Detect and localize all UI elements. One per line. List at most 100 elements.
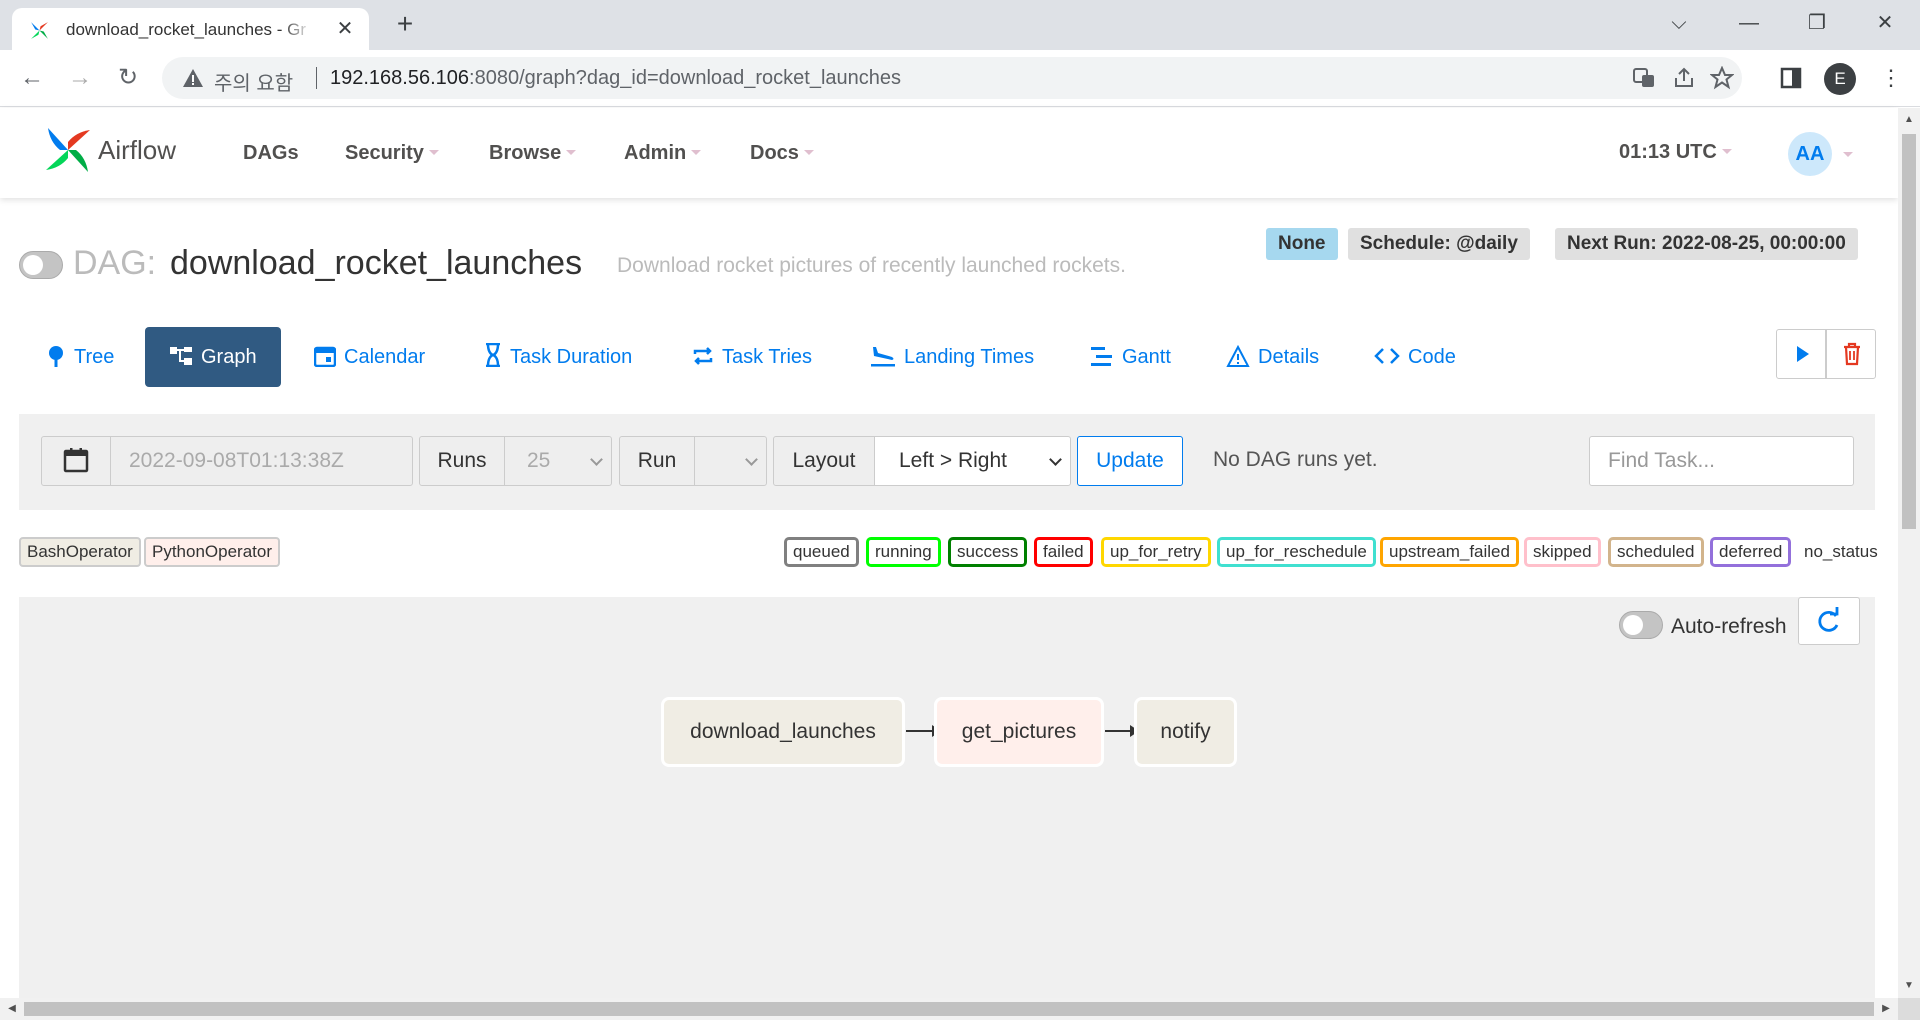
back-arrow-icon[interactable]: ← bbox=[16, 62, 48, 94]
restore-icon[interactable]: ❐ bbox=[1802, 9, 1832, 37]
auto-refresh-control[interactable]: Auto-refresh bbox=[1619, 607, 1787, 647]
retry-icon bbox=[693, 347, 713, 365]
tab-title-fade bbox=[282, 14, 312, 42]
delete-dag-button[interactable] bbox=[1826, 329, 1876, 379]
profile-avatar[interactable]: E bbox=[1824, 63, 1856, 95]
no-dag-runs-message: No DAG runs yet. bbox=[1213, 448, 1378, 471]
find-task-input[interactable]: Find Task... bbox=[1589, 436, 1854, 486]
task-node-notify[interactable]: notify bbox=[1134, 697, 1237, 767]
translate-icon[interactable] bbox=[1632, 66, 1656, 90]
tab-code[interactable]: Code bbox=[1358, 327, 1472, 387]
update-button[interactable]: Update bbox=[1077, 436, 1183, 486]
tab-search-chevron-icon[interactable]: ⌵ bbox=[1664, 9, 1694, 37]
base-date-input[interactable] bbox=[110, 436, 413, 486]
share-icon[interactable] bbox=[1672, 66, 1696, 90]
legend-state-running: running bbox=[866, 537, 941, 567]
gantt-icon bbox=[1091, 347, 1112, 366]
bookmark-star-icon[interactable] bbox=[1710, 66, 1734, 90]
nav-admin[interactable]: Admin bbox=[624, 142, 702, 165]
num-runs-value: 25 bbox=[527, 449, 551, 472]
auto-refresh-toggle[interactable] bbox=[1619, 611, 1663, 639]
nav-browse[interactable]: Browse bbox=[489, 142, 577, 165]
scroll-down-arrow-icon[interactable]: ▼ bbox=[1903, 980, 1915, 992]
calendar-icon bbox=[63, 448, 89, 473]
trigger-dag-button[interactable] bbox=[1776, 329, 1826, 379]
warning-triangle-icon bbox=[183, 69, 203, 87]
legend-python-operator: PythonOperator bbox=[144, 537, 281, 567]
layout-label: Layout bbox=[773, 436, 875, 486]
run-select[interactable] bbox=[694, 436, 767, 486]
legend-bash-operator: BashOperator bbox=[19, 537, 141, 567]
side-panel-icon[interactable] bbox=[1776, 63, 1806, 93]
caret-down-icon bbox=[428, 150, 439, 155]
code-icon bbox=[1374, 348, 1400, 364]
legend-state-queued: queued bbox=[784, 537, 859, 567]
nav-dags[interactable]: DAGs bbox=[243, 142, 299, 165]
dag-pause-toggle[interactable] bbox=[19, 251, 63, 279]
date-picker-button[interactable] bbox=[41, 436, 111, 486]
scroll-left-arrow-icon[interactable]: ◀ bbox=[6, 1003, 18, 1015]
url-text[interactable]: 192.168.56.106:8080/graph?dag_id=downloa… bbox=[330, 67, 901, 90]
scrollbar-corner bbox=[1898, 998, 1920, 1020]
page-vertical-scrollbar[interactable]: ▲ ▼ bbox=[1898, 108, 1920, 998]
utc-clock[interactable]: 01:13 UTC bbox=[1619, 141, 1732, 164]
tab-code-label: Code bbox=[1408, 346, 1456, 368]
num-runs-select[interactable]: 25 bbox=[504, 436, 612, 486]
scroll-up-arrow-icon[interactable]: ▲ bbox=[1903, 114, 1915, 126]
schedule-badge: Schedule: @daily bbox=[1348, 228, 1530, 260]
tab-landing-times[interactable]: Landing Times bbox=[854, 327, 1050, 387]
legend-state-no-status: no_status bbox=[1804, 542, 1878, 561]
nav-docs[interactable]: Docs bbox=[750, 142, 814, 165]
refresh-button[interactable] bbox=[1798, 597, 1860, 645]
legend-state-failed: failed bbox=[1034, 537, 1093, 567]
minimize-icon[interactable]: — bbox=[1734, 9, 1764, 37]
new-tab-icon[interactable]: + bbox=[392, 10, 418, 38]
user-avatar[interactable]: AA bbox=[1788, 132, 1832, 176]
reload-icon[interactable]: ↻ bbox=[112, 62, 144, 94]
forward-arrow-icon[interactable]: → bbox=[64, 62, 96, 94]
tab-task-duration[interactable]: Task Duration bbox=[468, 327, 648, 387]
plane-landing-icon bbox=[871, 347, 895, 367]
nav-security-label: Security bbox=[345, 142, 424, 164]
close-tab-icon[interactable]: ✕ bbox=[334, 18, 356, 40]
trash-icon bbox=[1844, 342, 1860, 366]
browser-tab-strip: download_rocket_launches - Graph ✕ + ⌵ —… bbox=[0, 0, 1920, 50]
caret-down-icon bbox=[691, 150, 702, 155]
browser-tab[interactable]: download_rocket_launches - Graph ✕ bbox=[12, 8, 369, 50]
tab-details-label: Details bbox=[1258, 346, 1320, 368]
scroll-right-arrow-icon[interactable]: ▶ bbox=[1880, 1003, 1892, 1015]
refresh-icon bbox=[1818, 607, 1839, 632]
close-window-icon[interactable]: ✕ bbox=[1870, 9, 1900, 37]
caret-down-icon bbox=[566, 150, 577, 155]
tab-details[interactable]: Details bbox=[1210, 327, 1335, 387]
browser-menu-icon[interactable]: ⋮ bbox=[1880, 62, 1902, 94]
user-menu-caret-icon[interactable] bbox=[1843, 152, 1853, 157]
task-node-download-launches[interactable]: download_launches bbox=[661, 697, 905, 767]
page-horizontal-scrollbar[interactable]: ◀ ▶ bbox=[0, 998, 1898, 1020]
tab-gantt[interactable]: Gantt bbox=[1074, 327, 1187, 387]
nav-admin-label: Admin bbox=[624, 142, 687, 164]
tab-tree[interactable]: Tree bbox=[30, 327, 130, 387]
tab-graph-label: Graph bbox=[201, 346, 257, 368]
hourglass-icon bbox=[486, 342, 500, 368]
url-host: 192.168.56.106 bbox=[330, 67, 470, 89]
legend-state-deferred: deferred bbox=[1710, 537, 1792, 567]
tab-title: download_rocket_launches - Graph bbox=[66, 20, 306, 39]
nav-security[interactable]: Security bbox=[345, 142, 439, 165]
horizontal-scroll-thumb[interactable] bbox=[24, 1002, 1874, 1016]
task-node-get-pictures[interactable]: get_pictures bbox=[934, 697, 1104, 767]
tab-calendar[interactable]: Calendar bbox=[298, 327, 441, 387]
browser-toolbar: ← → ↻ 주의 요함 192.168.56.106:8080/graph?da… bbox=[0, 50, 1920, 107]
layout-select[interactable]: Left > Right bbox=[874, 436, 1071, 486]
legend-state-up-for-retry: up_for_retry bbox=[1101, 537, 1211, 567]
address-bar[interactable]: 주의 요함 192.168.56.106:8080/graph?dag_id=d… bbox=[162, 57, 1742, 99]
vertical-scroll-thumb[interactable] bbox=[1902, 134, 1916, 529]
airflow-logo-icon[interactable] bbox=[40, 122, 96, 178]
dag-graph-canvas[interactable]: Auto-refresh download_launches get_pictu… bbox=[19, 597, 1875, 998]
nav-browse-label: Browse bbox=[489, 142, 562, 164]
tab-task-tries[interactable]: Task Tries bbox=[676, 327, 828, 387]
airflow-brand[interactable]: Airflow bbox=[98, 135, 176, 166]
edge-get-pictures-to-notify bbox=[1105, 725, 1139, 737]
tab-graph[interactable]: Graph bbox=[145, 327, 281, 387]
dag-title: download_rocket_launches bbox=[170, 244, 583, 282]
